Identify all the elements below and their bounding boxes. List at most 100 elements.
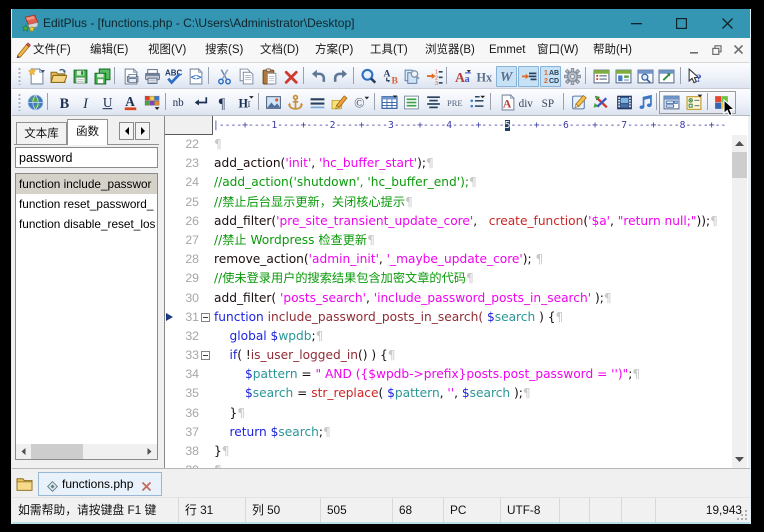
menu-视图V[interactable]: 视图(V) (148, 38, 186, 62)
paste-icon[interactable] (261, 67, 278, 85)
cut-icon[interactable] (216, 68, 233, 85)
title-bar[interactable]: EditPlus - [functions.php - C:\Users\Adm… (12, 9, 750, 38)
italic-icon[interactable]: I (78, 94, 95, 111)
line-break-icon[interactable] (193, 94, 210, 111)
replace-icon[interactable]: AB (383, 68, 400, 85)
list-tag-icon[interactable] (469, 94, 486, 111)
tab-close-icon[interactable] (141, 479, 152, 491)
menu-方案P[interactable]: 方案(P) (315, 38, 353, 62)
function-list-item[interactable]: function include_passwor (16, 174, 157, 194)
context-help-icon[interactable]: ? (687, 67, 704, 85)
print-icon[interactable] (144, 68, 161, 85)
fold-collapse-icon[interactable] (201, 351, 210, 361)
menu-Emmet[interactable]: Emmet (489, 38, 525, 62)
code-line-36[interactable]: 36}¶ (165, 404, 748, 423)
undo-icon[interactable] (310, 68, 327, 85)
code-line-27[interactable]: 27 //禁止 Wordpress 检查更新¶ (165, 231, 748, 250)
word-wrap-icon[interactable]: W (496, 65, 517, 87)
music-note-icon[interactable] (638, 94, 655, 111)
code-line-23[interactable]: 23 add_action('init', 'hc_buffer_start');… (165, 154, 748, 173)
function-filter-input[interactable] (15, 147, 158, 168)
function-list[interactable]: function include_passwor function reset_p… (15, 173, 158, 460)
find-in-files-icon[interactable] (403, 68, 420, 85)
pre-tag-icon[interactable]: PRE (447, 94, 464, 111)
list-horizontal-scrollbar[interactable] (16, 444, 157, 459)
mdi-minimize-button[interactable] (687, 42, 702, 57)
hex-view-icon[interactable]: Hx (476, 68, 493, 85)
menu-搜索S[interactable]: 搜索(S) (205, 38, 243, 62)
form-pad-icon[interactable] (571, 94, 588, 111)
menu-工具T[interactable]: 工具(T) (370, 38, 408, 62)
save-all-icon[interactable] (94, 68, 111, 85)
menu-浏览器B[interactable]: 浏览器(B) (425, 38, 475, 62)
code-line-34[interactable]: 34 $pattern = " AND ({$wpdb->prefix}posts… (165, 365, 748, 384)
mdi-close-button[interactable] (731, 42, 746, 57)
new-window-icon[interactable] (658, 68, 675, 85)
auto-indent-icon[interactable] (518, 65, 539, 87)
anchor-icon[interactable] (287, 94, 304, 111)
div-tag-icon[interactable]: div (518, 94, 535, 111)
browser-preview-icon[interactable] (637, 68, 654, 85)
underline-icon[interactable]: U (99, 94, 116, 111)
code-line-32[interactable]: 32 global $wpdb;¶ (165, 327, 748, 346)
tab-scroll-right-button[interactable] (135, 122, 150, 140)
redo-icon[interactable] (332, 68, 349, 85)
color-pencil-icon[interactable] (593, 94, 610, 111)
mdi-restore-button[interactable] (709, 42, 724, 57)
preferences-icon[interactable] (564, 67, 581, 85)
font-color-icon[interactable]: A (122, 94, 139, 111)
tab-cliptext[interactable]: 文本库 (16, 122, 67, 144)
save-icon[interactable] (72, 68, 89, 85)
code-line-30[interactable]: 30 add_filter( 'posts_search', 'include_p… (165, 289, 748, 308)
new-document-icon[interactable] (28, 67, 45, 85)
bold-icon[interactable]: B (56, 94, 73, 111)
code-line-33[interactable]: 33 if( !is_user_logged_in() ) {¶ (165, 346, 748, 365)
function-list-item[interactable]: function disable_reset_los (16, 214, 157, 234)
goto-line-icon[interactable]: 123 (426, 68, 443, 85)
code-area[interactable]: 22 ¶ 23 add_action('init', 'hc_buffer_start… (165, 135, 748, 469)
code-line-29[interactable]: 29 //使未登录用户的搜索结果包含加密文章的代码¶ (165, 269, 748, 288)
print-preview-icon[interactable] (122, 67, 139, 85)
function-list-item[interactable]: function reset_password_ (16, 194, 157, 214)
align-paragraph-icon[interactable] (425, 94, 442, 111)
folder-icon[interactable] (16, 475, 33, 491)
form-fields-icon[interactable] (663, 94, 680, 111)
image-icon[interactable] (265, 94, 282, 111)
project-icon[interactable] (615, 68, 632, 85)
code-line-22[interactable]: 22 ¶ (165, 135, 748, 154)
menu-文件F[interactable]: 文件(F) (33, 38, 71, 62)
scrollbar-thumb[interactable] (732, 152, 747, 178)
spell-check-icon[interactable]: ABC (165, 68, 182, 85)
scroll-left-button[interactable] (16, 444, 31, 459)
toolbar-grip[interactable] (18, 93, 21, 111)
maximize-button[interactable] (666, 9, 696, 38)
open-folder-icon[interactable] (50, 68, 67, 85)
scroll-down-button[interactable] (732, 451, 747, 467)
heading-icon[interactable]: Hī (238, 94, 255, 111)
menu-帮助H[interactable]: 帮助(H) (593, 38, 632, 62)
menu-编辑E[interactable]: 编辑(E) (90, 38, 128, 62)
scroll-up-button[interactable] (732, 135, 747, 151)
font-size-icon[interactable]: Aa (455, 68, 472, 85)
code-line-37[interactable]: 37 return $search;¶ (165, 423, 748, 442)
document-list-icon[interactable] (593, 68, 610, 85)
copyright-icon[interactable]: © (353, 94, 370, 111)
fold-collapse-icon[interactable] (201, 312, 210, 322)
code-line-28[interactable]: 28 remove_action('admin_init', '_maybe_up… (165, 250, 748, 269)
edit-note-icon[interactable] (331, 94, 348, 111)
code-editor[interactable]: |----+----1----+----2----+----3----+----… (164, 116, 748, 469)
toolbar-grip[interactable] (18, 67, 21, 85)
code-line-35[interactable]: 35 $search = str_replace( $pattern, '', $… (165, 384, 748, 403)
font-tag-icon[interactable]: A (499, 94, 516, 111)
radio-options-icon[interactable] (686, 94, 703, 111)
code-line-31[interactable]: 31 function include_password_posts_in_sea… (165, 308, 748, 327)
copy-icon[interactable] (238, 68, 255, 85)
color-palette-icon[interactable] (144, 94, 161, 111)
table-icon[interactable] (381, 94, 398, 111)
menu-窗口W[interactable]: 窗口(W) (537, 38, 579, 62)
line-numbers-icon[interactable]: 1 AB 2 CD (540, 65, 561, 87)
media-film-icon[interactable] (616, 94, 633, 111)
tab-scroll-left-button[interactable] (119, 122, 134, 140)
tab-functions[interactable]: 函数 (67, 119, 108, 145)
scroll-right-button[interactable] (142, 444, 157, 459)
